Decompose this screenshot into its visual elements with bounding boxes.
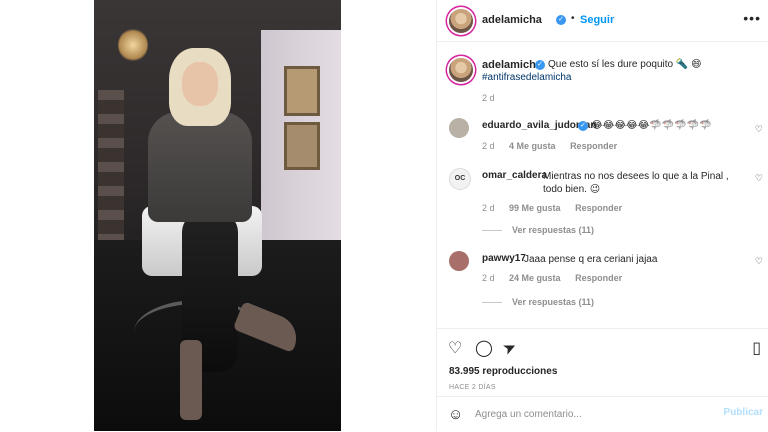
comment-meta: 2 d 99 Me gusta Responder	[482, 203, 634, 213]
comment-time[interactable]: 2 d	[482, 141, 495, 151]
comment-likes[interactable]: 24 Me gusta	[509, 273, 561, 283]
follow-button[interactable]: Seguir	[580, 14, 614, 26]
comment-like-heart-icon[interactable]: ♡	[755, 256, 763, 267]
video-person-body	[148, 112, 252, 222]
video-person-face	[182, 62, 218, 106]
more-options-icon[interactable]: •••	[743, 10, 761, 26]
commenter-avatar[interactable]: OC	[449, 168, 471, 190]
add-comment-bar: ☺ Publicar	[437, 396, 768, 432]
like-heart-icon[interactable]: ♡	[448, 338, 462, 358]
comment-like-heart-icon[interactable]: ♡	[755, 124, 763, 135]
comment-meta: 2 d 4 Me gusta Responder	[482, 141, 629, 151]
view-replies-button[interactable]: Ver respuestas (11)	[482, 225, 594, 235]
video-bookshelf	[98, 90, 124, 240]
comment-text: Jaaa pense q era ceriani jajaa	[524, 254, 658, 265]
post-date[interactable]: HACE 2 DÍAS	[449, 384, 496, 391]
post-header: adelamicha ✓ • Seguir •••	[437, 0, 768, 42]
save-bookmark-icon[interactable]: ▯	[752, 338, 761, 358]
comment-likes[interactable]: 99 Me gusta	[509, 203, 561, 213]
comment-like-heart-icon[interactable]: ♡	[755, 173, 763, 184]
comment-input[interactable]	[475, 406, 715, 422]
header-separator: •	[571, 13, 575, 24]
view-count[interactable]: 83.995 reproducciones	[449, 366, 557, 377]
commenter-avatar[interactable]	[449, 251, 469, 271]
commenter-avatar[interactable]	[449, 118, 469, 138]
emoji-picker-icon[interactable]: ☺	[448, 406, 463, 423]
video-lamp	[118, 28, 148, 62]
share-paper-plane-icon[interactable]: ➤	[499, 336, 520, 360]
verified-badge-icon: ✓	[556, 15, 566, 25]
post-details-pane: adelamicha ✓ • Seguir ••• adelamicha ✓ Q…	[436, 0, 768, 431]
caption-time[interactable]: 2 d	[482, 93, 495, 103]
verified-badge-icon: ✓	[578, 121, 588, 131]
comment-meta: 2 d 24 Me gusta Responder	[482, 273, 634, 283]
view-replies-button[interactable]: Ver respuestas (11)	[482, 297, 594, 307]
video-picture-frame	[284, 66, 320, 116]
comment-text: 😂😂😂😂😂🦈🦈🦈🦈🦈	[591, 120, 712, 131]
video-boot	[180, 340, 202, 420]
media-pane	[0, 0, 436, 431]
video-player[interactable]	[94, 0, 341, 431]
commenter-username[interactable]: omar_caldera	[482, 170, 547, 181]
caption-text: Que esto sí les dure poquito 🔦 😄	[548, 59, 702, 70]
caption-hashtag[interactable]: #antifrasedelamicha	[482, 72, 572, 83]
reply-button[interactable]: Responder	[575, 203, 622, 213]
comment-likes[interactable]: 4 Me gusta	[509, 141, 556, 151]
comment-time[interactable]: 2 d	[482, 203, 495, 213]
verified-badge-icon: ✓	[535, 60, 545, 70]
caption-author-username[interactable]: adelamicha	[482, 59, 542, 71]
caption-author-avatar[interactable]	[449, 58, 473, 82]
comment-bubble-icon[interactable]: ◯	[475, 338, 493, 358]
reply-button[interactable]: Responder	[575, 273, 622, 283]
video-picture-frame	[284, 122, 320, 170]
commenter-username[interactable]: pawwy17	[482, 253, 526, 264]
reply-button[interactable]: Responder	[570, 141, 617, 151]
comment-time[interactable]: 2 d	[482, 273, 495, 283]
comment-text: Mientras no nos desees lo que a la Pinal…	[543, 171, 729, 195]
post-actions: ♡ ◯ ➤ ▯ 83.995 reproducciones HACE 2 DÍA…	[437, 328, 768, 397]
publish-button[interactable]: Publicar	[724, 407, 763, 418]
author-avatar[interactable]	[449, 9, 473, 33]
comments-list[interactable]: adelamicha ✓ Que esto sí les dure poquit…	[437, 42, 768, 326]
author-username[interactable]: adelamicha	[482, 14, 542, 26]
